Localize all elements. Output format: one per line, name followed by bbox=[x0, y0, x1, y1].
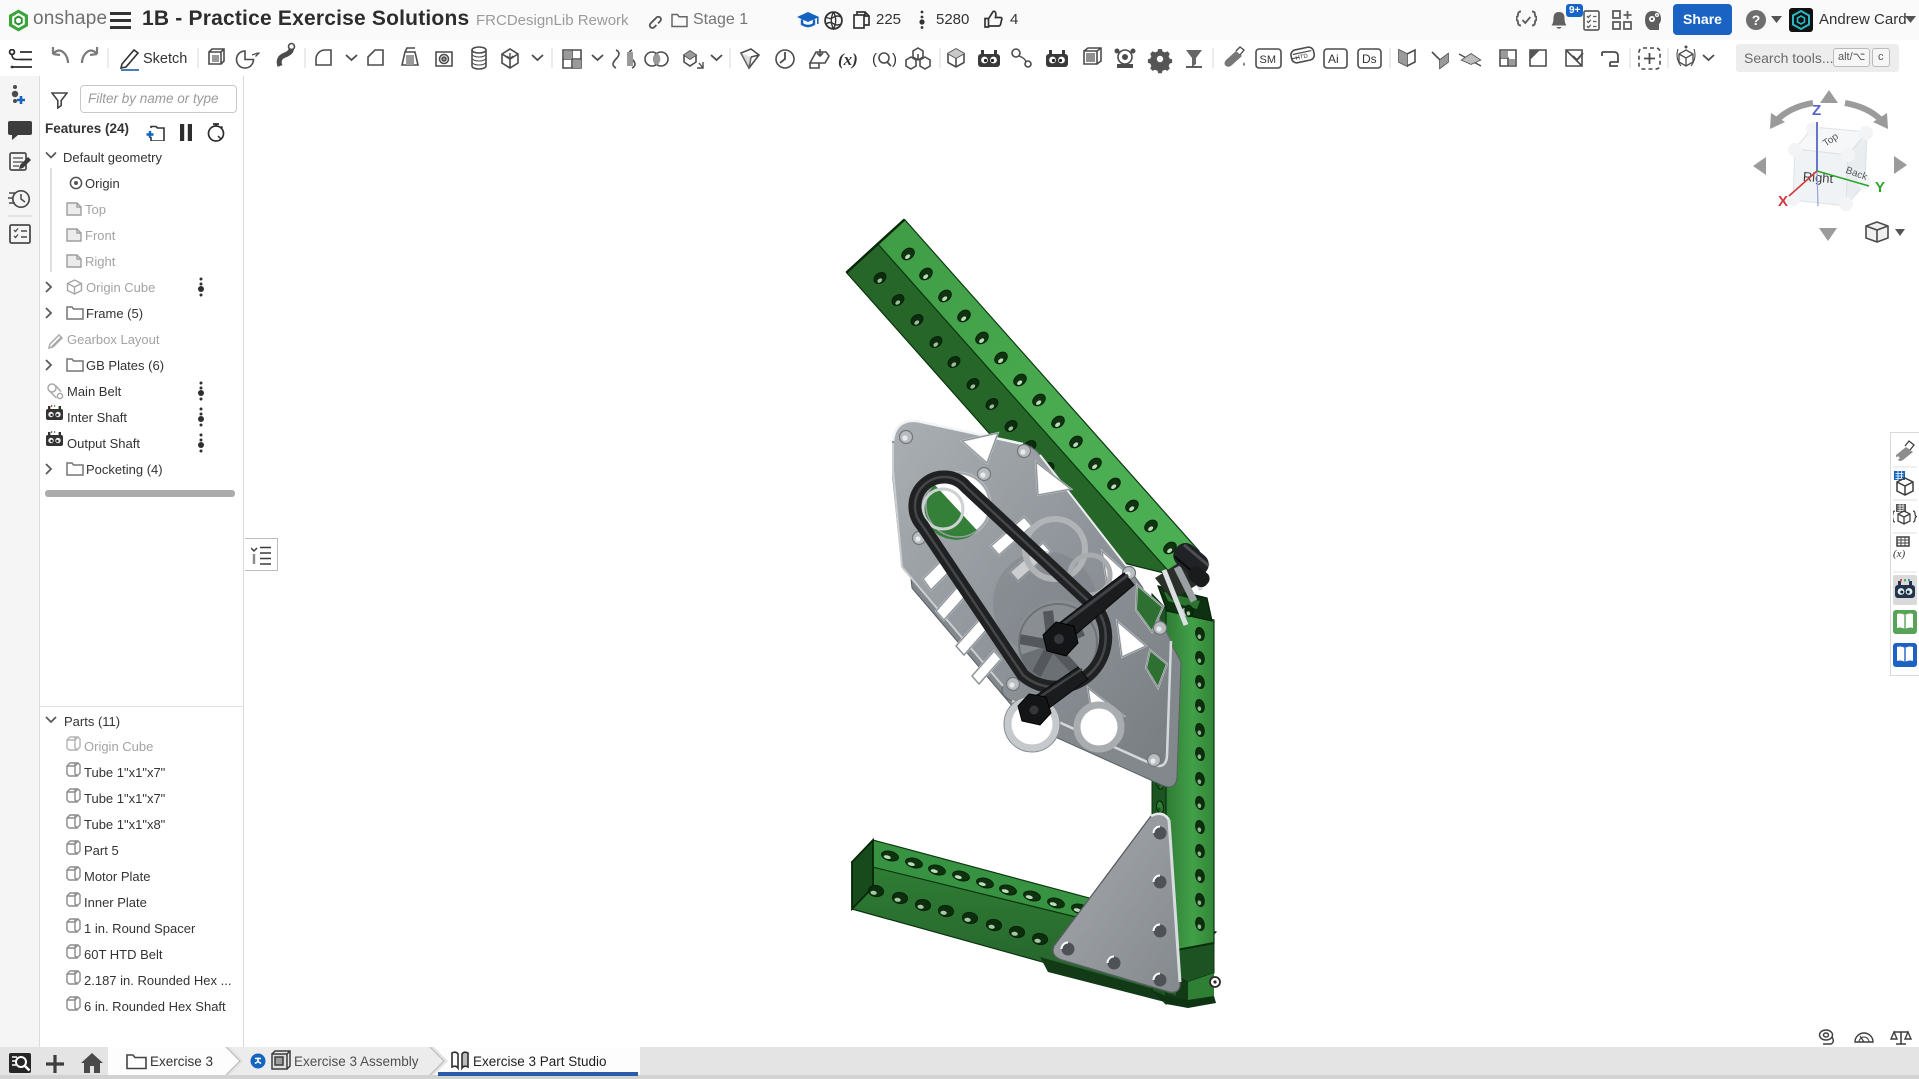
svg-text:(x): (x) bbox=[838, 50, 858, 69]
svg-text:(: ( bbox=[872, 51, 877, 68]
svg-text:Y: Y bbox=[1875, 179, 1885, 196]
svg-text:Ds: Ds bbox=[1362, 52, 1377, 66]
svg-text:): ) bbox=[892, 51, 897, 68]
svg-text:Z: Z bbox=[1812, 102, 1821, 119]
svg-text:X: X bbox=[1778, 193, 1788, 210]
svg-text:Ai: Ai bbox=[1328, 52, 1339, 66]
svg-text:(x): (x) bbox=[1893, 548, 1906, 560]
svg-text:Sketch: Sketch bbox=[143, 51, 187, 67]
svg-text:SM: SM bbox=[1260, 54, 1277, 66]
svg-text:?: ? bbox=[1752, 12, 1761, 28]
